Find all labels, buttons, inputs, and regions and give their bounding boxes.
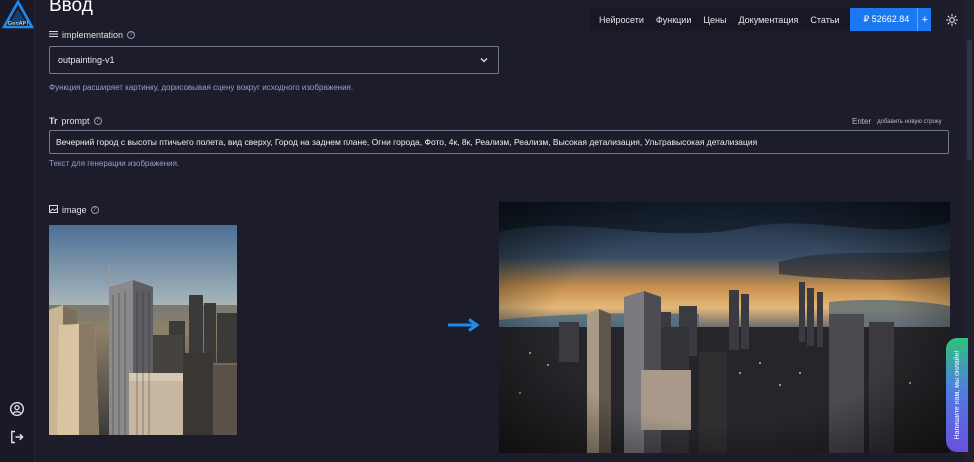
prompt-label: prompt [61, 116, 90, 126]
chevron-down-icon [480, 56, 488, 64]
implementation-select[interactable]: outpainting-v1 [49, 46, 499, 74]
implementation-label-row: implementation ? [49, 30, 136, 40]
sidebar: GenAPI [0, 0, 35, 462]
image-label: image [62, 205, 87, 215]
arrow-right-icon [447, 318, 481, 332]
nav-links: Нейросети Функции Цены Документация Стат… [589, 8, 850, 31]
help-icon[interactable]: ? [93, 117, 102, 125]
scrollbar-thumb[interactable] [967, 40, 972, 160]
implementation-hint: Функция расширяет картинку, дорисовывая … [49, 83, 354, 92]
nav-link-documentation[interactable]: Документация [732, 15, 804, 25]
prompt-hint: Текст для генерации изображения. [49, 159, 180, 168]
logo-text: GenAPI [7, 21, 29, 27]
enter-key: Enter [852, 117, 872, 126]
implementation-value: outpainting-v1 [58, 55, 115, 65]
top-up-button[interactable]: + [917, 8, 931, 31]
prompt-label-row: Tr prompt ? [49, 116, 102, 126]
chat-widget-button[interactable]: Напишите нам, мы онлайн! [946, 338, 968, 452]
user-circle-icon[interactable] [9, 401, 25, 417]
help-icon[interactable]: ? [90, 206, 99, 214]
enter-hint-text: добавить новую строку [877, 118, 942, 125]
image-icon [49, 205, 58, 215]
nav-link-articles[interactable]: Статьи [804, 15, 845, 25]
input-image[interactable] [49, 225, 237, 435]
nav-link-functions[interactable]: Функции [650, 15, 697, 25]
list-icon [49, 30, 58, 40]
image-label-row: image ? [49, 205, 99, 215]
prompt-input[interactable]: Вечерний город с высоты птичьего полета,… [49, 130, 949, 154]
output-image[interactable] [499, 202, 950, 453]
nav-link-neural-networks[interactable]: Нейросети [593, 15, 650, 25]
top-navigation: Нейросети Функции Цены Документация Стат… [589, 8, 932, 31]
prompt-value: Вечерний город с высоты птичьего полета,… [56, 137, 758, 147]
implementation-label: implementation [62, 30, 124, 40]
logout-icon[interactable] [9, 429, 25, 445]
nav-link-prices[interactable]: Цены [697, 15, 732, 25]
text-icon: Tr [49, 116, 58, 126]
enter-shortcut-hint: Enter добавить новую строку [852, 117, 942, 126]
page-title: Ввод [49, 0, 93, 16]
sun-icon[interactable] [946, 13, 958, 26]
balance-button[interactable]: ₽ 52662.84 + [849, 8, 932, 31]
help-icon[interactable]: ? [127, 31, 136, 39]
chat-widget-label: Напишите нам, мы онлайн! [953, 350, 961, 440]
balance-amount: ₽ 52662.84 [863, 14, 910, 24]
